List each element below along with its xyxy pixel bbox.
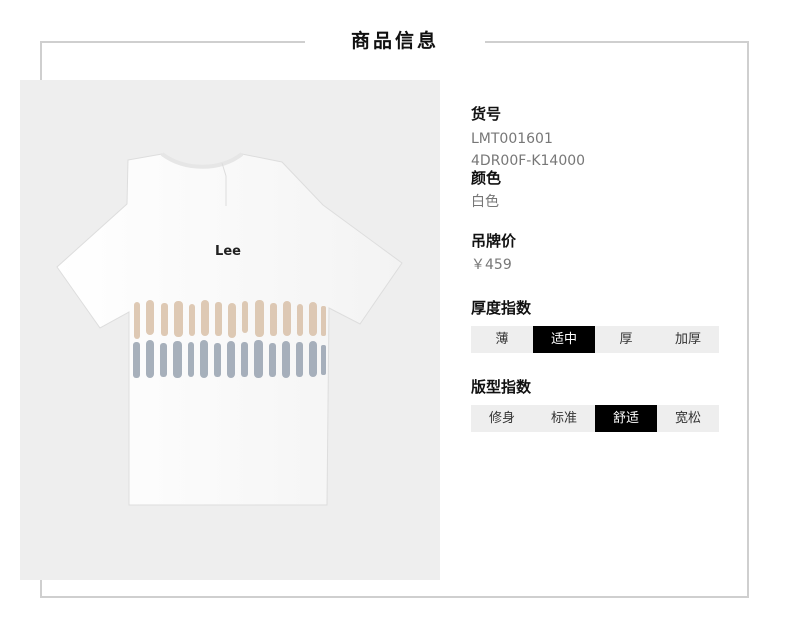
price-value: ￥459 — [471, 257, 512, 273]
sku-label: 货号 — [471, 105, 502, 123]
product-image-panel: Lee — [20, 80, 440, 580]
thickness-option-thick[interactable]: 厚 — [595, 326, 657, 353]
color-value: 白色 — [471, 194, 499, 210]
thickness-scale: 薄 适中 厚 加厚 — [471, 326, 719, 353]
tshirt-image: Lee — [56, 152, 403, 506]
fit-option-slim[interactable]: 修身 — [471, 405, 533, 432]
brand-logo: Lee — [215, 244, 241, 259]
thickness-label: 厚度指数 — [471, 299, 532, 317]
header: 商品信息 — [305, 24, 485, 58]
fit-scale: 修身 标准 舒适 宽松 — [471, 405, 719, 432]
price-label: 吊牌价 — [471, 232, 517, 250]
thickness-option-thin[interactable]: 薄 — [471, 326, 533, 353]
fit-option-regular[interactable]: 标准 — [533, 405, 595, 432]
thickness-option-extra-thick[interactable]: 加厚 — [657, 326, 719, 353]
fit-option-loose[interactable]: 宽松 — [657, 405, 719, 432]
fit-option-comfort[interactable]: 舒适 — [595, 405, 657, 432]
product-info-page: 商品信息 Lee 货号 LMT001601 4DR00F-K14000 颜色 白… — [0, 0, 790, 640]
page-title: 商品信息 — [350, 30, 439, 52]
product-info: 货号 LMT001601 4DR00F-K14000 颜色 白色 吊牌价 ￥45… — [471, 104, 731, 432]
thickness-option-medium[interactable]: 适中 — [533, 326, 595, 353]
sku-value-1: LMT001601 — [471, 131, 553, 147]
fit-label: 版型指数 — [471, 378, 532, 396]
